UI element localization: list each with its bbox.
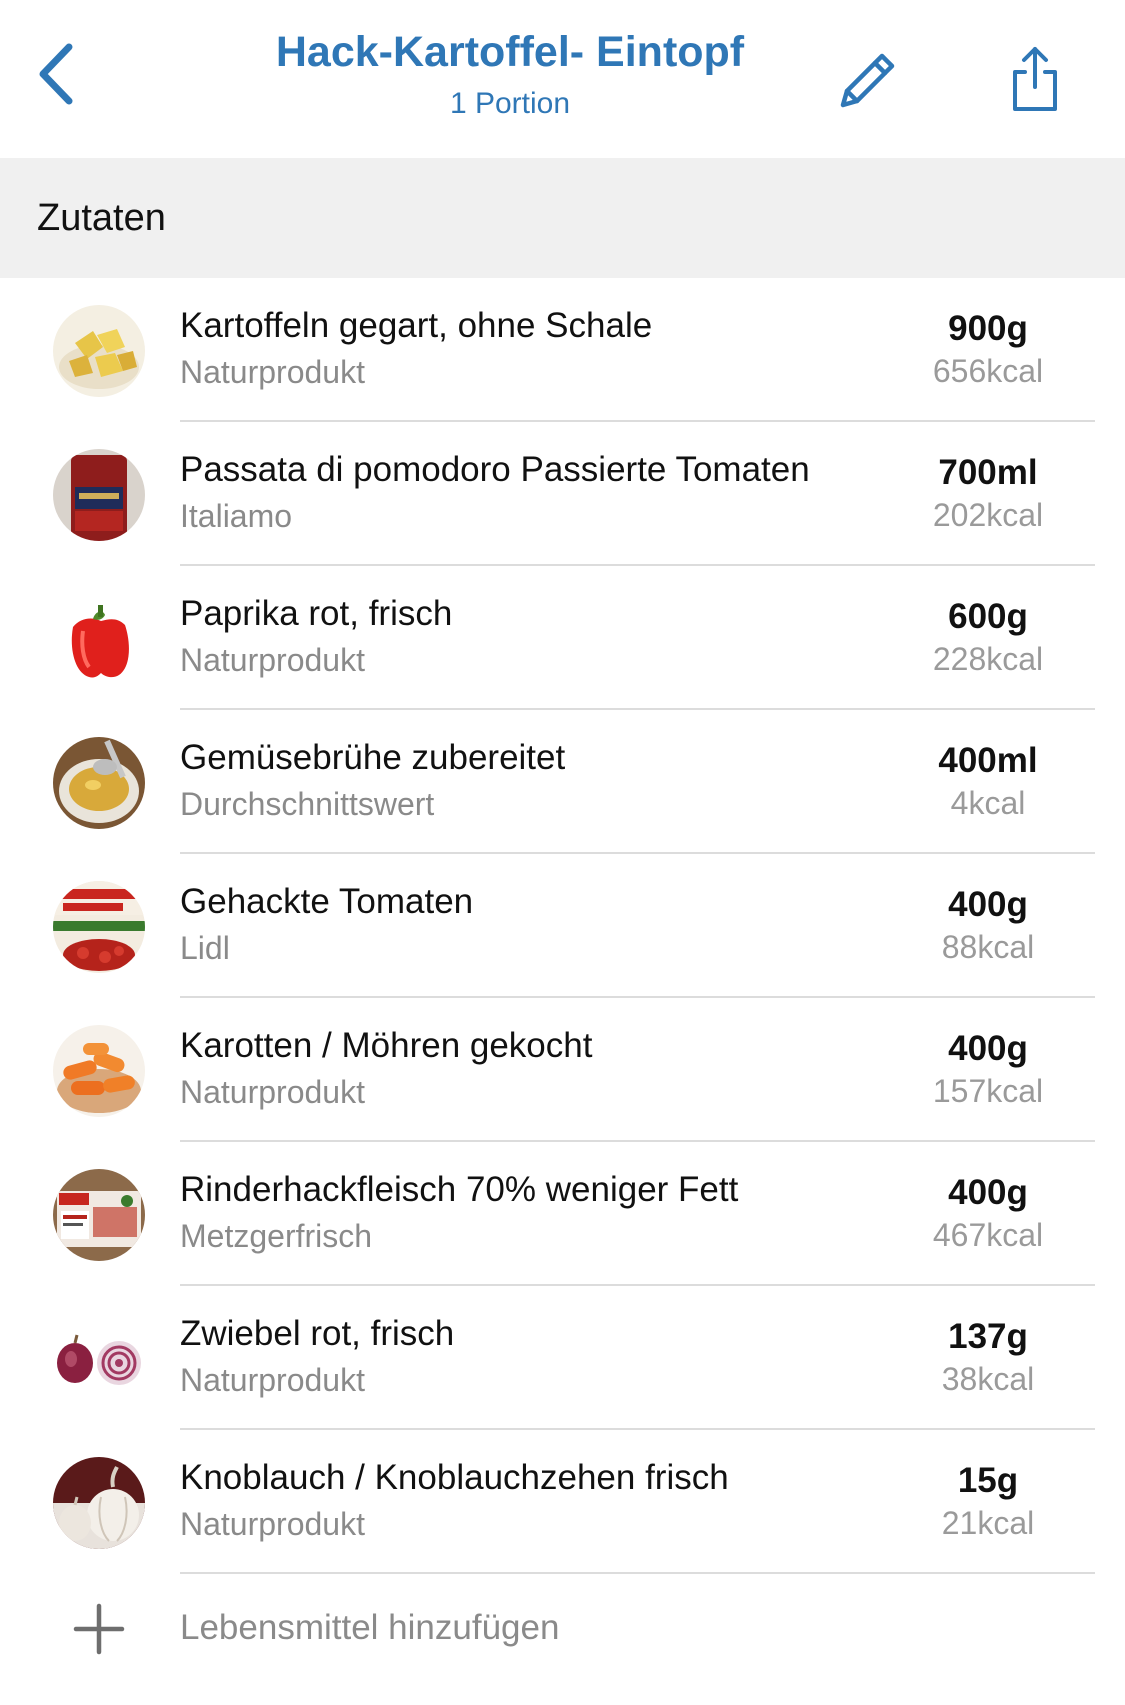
ingredient-amount: 400ml <box>938 741 1038 780</box>
ingredient-row[interactable]: Zwiebel rot, frisch Naturprodukt 137g 38… <box>0 1286 1125 1430</box>
ingredient-row[interactable]: Gehackte Tomaten Lidl 400g 88kcal <box>0 854 1125 998</box>
portion-subtitle[interactable]: 1 Portion <box>180 84 840 124</box>
ingredient-name: Paprika rot, frisch <box>180 594 453 633</box>
ingredient-thumbnail <box>53 881 145 973</box>
nav-header: Hack-Kartoffel- Eintopf 1 Portion <box>0 0 1125 158</box>
ingredient-kcal: 88kcal <box>941 929 1035 965</box>
ingredient-name: Zwiebel rot, frisch <box>180 1314 455 1353</box>
title-block: Hack-Kartoffel- Eintopf 1 Portion <box>180 22 840 124</box>
ingredient-thumbnail <box>53 449 145 541</box>
ingredient-brand: Naturprodukt <box>180 1074 365 1110</box>
ingredient-brand: Naturprodukt <box>180 642 365 678</box>
ingredient-row[interactable]: Rinderhackfleisch 70% weniger Fett Metzg… <box>0 1142 1125 1286</box>
ingredient-thumbnail <box>53 1169 145 1261</box>
add-food-button[interactable]: Lebensmittel hinzufügen <box>0 1580 1125 1680</box>
ingredient-thumbnail <box>53 1457 145 1549</box>
pencil-icon <box>840 53 895 108</box>
ingredient-kcal: 228kcal <box>932 641 1044 677</box>
ingredient-list: Kartoffeln gegart, ohne Schale Naturprod… <box>0 278 1125 1574</box>
page-title: Hack-Kartoffel- Eintopf <box>275 28 745 76</box>
ingredient-kcal: 656kcal <box>932 353 1044 389</box>
ingredient-amount: 600g <box>948 597 1028 636</box>
section-header: Zutaten <box>0 158 1125 278</box>
ingredient-amount: 400g <box>948 1029 1028 1068</box>
ingredient-brand: Lidl <box>180 930 230 966</box>
ingredient-amount: 700ml <box>938 453 1038 492</box>
ingredient-row[interactable]: Gemüsebrühe zubereitet Durchschnittswert… <box>0 710 1125 854</box>
ingredient-amount: 400g <box>948 885 1028 924</box>
ingredient-kcal: 38kcal <box>941 1361 1035 1397</box>
chevron-left-icon <box>39 43 73 105</box>
share-icon <box>1013 47 1057 111</box>
row-divider <box>180 1572 1095 1574</box>
ingredient-amount: 400g <box>948 1173 1028 1212</box>
ingredient-name: Gemüsebrühe zubereitet <box>180 738 566 777</box>
ingredient-name: Rinderhackfleisch 70% weniger Fett <box>180 1170 739 1209</box>
ingredient-amount: 900g <box>948 309 1028 348</box>
ingredient-brand: Naturprodukt <box>180 354 365 390</box>
ingredient-thumbnail <box>53 1313 145 1405</box>
ingredient-name: Gehackte Tomaten <box>180 882 474 921</box>
ingredient-row[interactable]: Passata di pomodoro Passierte Tomaten It… <box>0 422 1125 566</box>
ingredient-brand: Italiamo <box>180 498 293 534</box>
ingredient-brand: Naturprodukt <box>180 1362 365 1398</box>
ingredient-brand: Naturprodukt <box>180 1506 365 1542</box>
edit-button[interactable] <box>820 32 916 128</box>
ingredient-name: Knoblauch / Knoblauchzehen frisch <box>180 1458 729 1497</box>
ingredient-brand: Metzgerfrisch <box>180 1218 373 1254</box>
ingredient-kcal: 21kcal <box>941 1505 1035 1541</box>
ingredient-name: Passata di pomodoro Passierte Tomaten <box>180 450 810 489</box>
ingredient-row[interactable]: Kartoffeln gegart, ohne Schale Naturprod… <box>0 278 1125 422</box>
plus-icon <box>73 1603 125 1655</box>
ingredient-thumbnail <box>53 737 145 829</box>
back-button[interactable] <box>18 34 98 114</box>
ingredient-name: Karotten / Möhren gekocht <box>180 1026 593 1065</box>
ingredient-kcal: 202kcal <box>932 497 1044 533</box>
section-title: Zutaten <box>37 197 166 239</box>
share-button[interactable] <box>990 32 1080 128</box>
ingredient-thumbnail <box>53 305 145 397</box>
ingredient-kcal: 4kcal <box>950 785 1026 821</box>
ingredient-row[interactable]: Karotten / Möhren gekocht Naturprodukt 4… <box>0 998 1125 1142</box>
ingredient-amount: 15g <box>957 1461 1019 1500</box>
ingredient-thumbnail <box>53 1025 145 1117</box>
ingredient-thumbnail <box>53 593 145 685</box>
ingredient-row[interactable]: Paprika rot, frisch Naturprodukt 600g 22… <box>0 566 1125 710</box>
ingredient-brand: Durchschnittswert <box>180 786 435 822</box>
ingredient-kcal: 157kcal <box>932 1073 1044 1109</box>
ingredient-row[interactable]: Knoblauch / Knoblauchzehen frisch Naturp… <box>0 1430 1125 1574</box>
ingredient-name: Kartoffeln gegart, ohne Schale <box>180 306 653 345</box>
ingredient-kcal: 467kcal <box>932 1217 1044 1253</box>
ingredient-amount: 137g <box>948 1317 1028 1356</box>
add-food-label: Lebensmittel hinzufügen <box>180 1608 560 1647</box>
